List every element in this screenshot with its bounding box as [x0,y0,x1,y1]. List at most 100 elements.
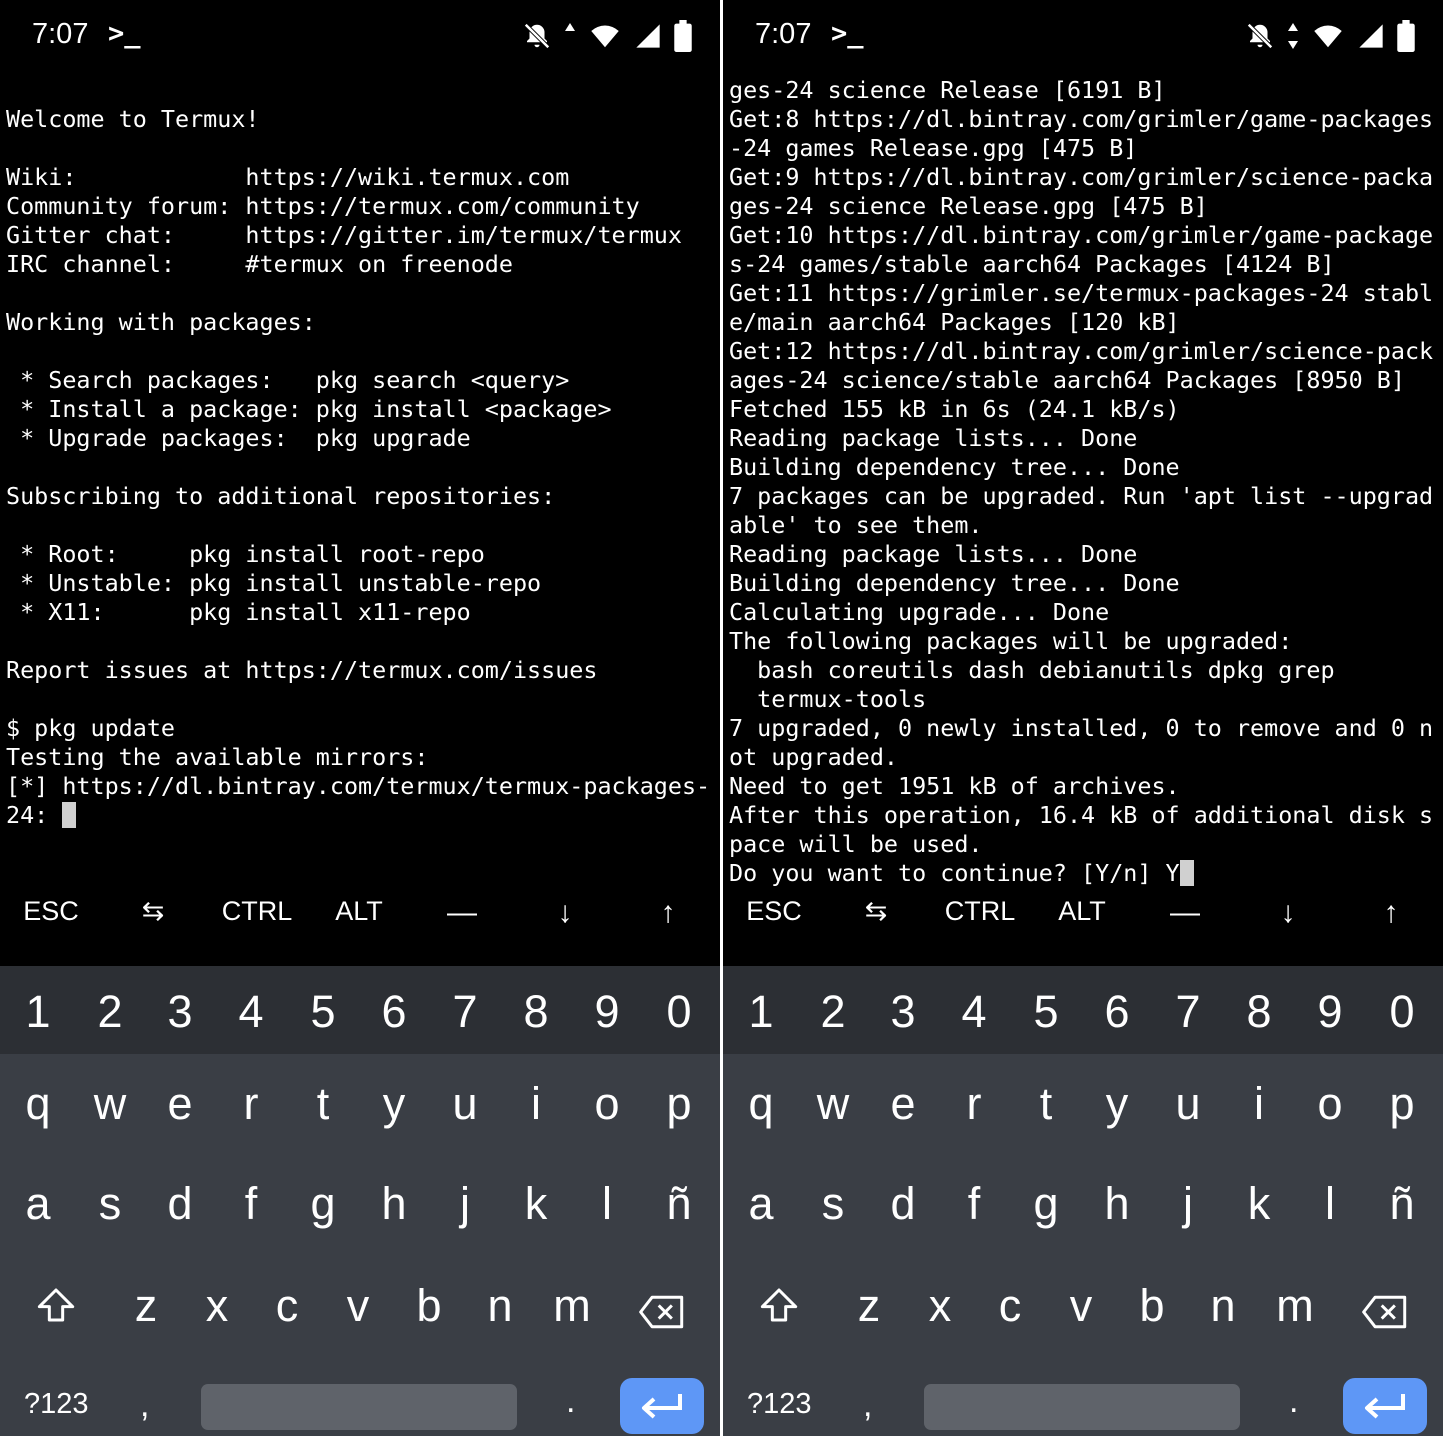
down-arrow-key[interactable]: ↓ [1237,896,1339,966]
key-6[interactable]: 6 [1081,986,1153,1038]
key-j[interactable]: j [429,1178,501,1230]
key-c[interactable]: c [251,1280,323,1332]
terminal-output[interactable]: ges-24 science Release [6191 B] Get:8 ht… [729,76,1433,888]
key-v[interactable]: v [322,1280,394,1332]
key-y[interactable]: y [358,1078,430,1130]
key-m[interactable]: m [536,1280,608,1332]
key-q[interactable]: q [2,1078,74,1130]
esc-key[interactable]: ESC [0,896,102,966]
space-bar[interactable] [924,1384,1240,1430]
key-k[interactable]: k [1223,1178,1295,1230]
key-g[interactable]: g [287,1178,359,1230]
key-1[interactable]: 1 [725,986,797,1038]
key-6[interactable]: 6 [358,986,430,1038]
key-ñ[interactable]: ñ [1366,1178,1438,1230]
alt-key[interactable]: ALT [1031,896,1133,966]
up-arrow-key[interactable]: ↑ [617,896,719,966]
key-z[interactable]: z [110,1280,182,1332]
backspace-key[interactable] [1349,1288,1421,1340]
key-i[interactable]: i [500,1078,572,1130]
shift-key[interactable] [20,1284,92,1336]
ctrl-key[interactable]: CTRL [929,896,1031,966]
key-u[interactable]: u [1152,1078,1224,1130]
key-j[interactable]: j [1152,1178,1224,1230]
key-2[interactable]: 2 [797,986,869,1038]
key-3[interactable]: 3 [144,986,216,1038]
key-d[interactable]: d [867,1178,939,1230]
alt-key[interactable]: ALT [308,896,410,966]
backspace-key[interactable] [626,1288,698,1340]
key-p[interactable]: p [643,1078,715,1130]
key-p[interactable]: p [1366,1078,1438,1130]
key-9[interactable]: 9 [1294,986,1366,1038]
key-l[interactable]: l [1294,1178,1366,1230]
shift-key[interactable] [743,1284,815,1336]
key-o[interactable]: o [571,1078,643,1130]
key-d[interactable]: d [144,1178,216,1230]
enter-key[interactable] [620,1378,704,1434]
enter-key[interactable] [1343,1378,1427,1434]
space-bar[interactable] [201,1384,517,1430]
comma-key[interactable]: , [140,1386,149,1425]
key-f[interactable]: f [938,1178,1010,1230]
key-b[interactable]: b [1116,1280,1188,1332]
key-3[interactable]: 3 [867,986,939,1038]
key-i[interactable]: i [1223,1078,1295,1130]
key-0[interactable]: 0 [643,986,715,1038]
key-5[interactable]: 5 [1010,986,1082,1038]
key-7[interactable]: 7 [1152,986,1224,1038]
key-n[interactable]: n [464,1280,536,1332]
key-a[interactable]: a [2,1178,74,1230]
key-8[interactable]: 8 [500,986,572,1038]
ctrl-key[interactable]: CTRL [206,896,308,966]
key-ñ[interactable]: ñ [643,1178,715,1230]
key-5[interactable]: 5 [287,986,359,1038]
key-e[interactable]: e [144,1078,216,1130]
key-1[interactable]: 1 [2,986,74,1038]
period-key[interactable]: . [566,1382,575,1421]
key-4[interactable]: 4 [938,986,1010,1038]
key-q[interactable]: q [725,1078,797,1130]
key-l[interactable]: l [571,1178,643,1230]
key-n[interactable]: n [1187,1280,1259,1332]
key-0[interactable]: 0 [1366,986,1438,1038]
key-k[interactable]: k [500,1178,572,1230]
key-x[interactable]: x [904,1280,976,1332]
tab-key[interactable]: ⇆ [825,896,927,966]
key-x[interactable]: x [181,1280,253,1332]
key-8[interactable]: 8 [1223,986,1295,1038]
key-4[interactable]: 4 [215,986,287,1038]
dash-key[interactable]: — [411,896,513,966]
down-arrow-key[interactable]: ↓ [514,896,616,966]
key-r[interactable]: r [215,1078,287,1130]
key-9[interactable]: 9 [571,986,643,1038]
key-b[interactable]: b [393,1280,465,1332]
key-w[interactable]: w [797,1078,869,1130]
tab-key[interactable]: ⇆ [102,896,204,966]
up-arrow-key[interactable]: ↑ [1340,896,1442,966]
key-7[interactable]: 7 [429,986,501,1038]
key-f[interactable]: f [215,1178,287,1230]
key-a[interactable]: a [725,1178,797,1230]
period-key[interactable]: . [1289,1382,1298,1421]
symbols-key[interactable]: ?123 [747,1388,812,1421]
key-g[interactable]: g [1010,1178,1082,1230]
key-2[interactable]: 2 [74,986,146,1038]
key-e[interactable]: e [867,1078,939,1130]
key-r[interactable]: r [938,1078,1010,1130]
symbols-key[interactable]: ?123 [24,1388,89,1421]
key-h[interactable]: h [358,1178,430,1230]
key-y[interactable]: y [1081,1078,1153,1130]
key-z[interactable]: z [833,1280,905,1332]
esc-key[interactable]: ESC [723,896,825,966]
key-m[interactable]: m [1259,1280,1331,1332]
key-s[interactable]: s [797,1178,869,1230]
key-t[interactable]: t [1010,1078,1082,1130]
key-h[interactable]: h [1081,1178,1153,1230]
key-c[interactable]: c [974,1280,1046,1332]
key-t[interactable]: t [287,1078,359,1130]
key-v[interactable]: v [1045,1280,1117,1332]
dash-key[interactable]: — [1134,896,1236,966]
comma-key[interactable]: , [863,1386,872,1425]
key-w[interactable]: w [74,1078,146,1130]
